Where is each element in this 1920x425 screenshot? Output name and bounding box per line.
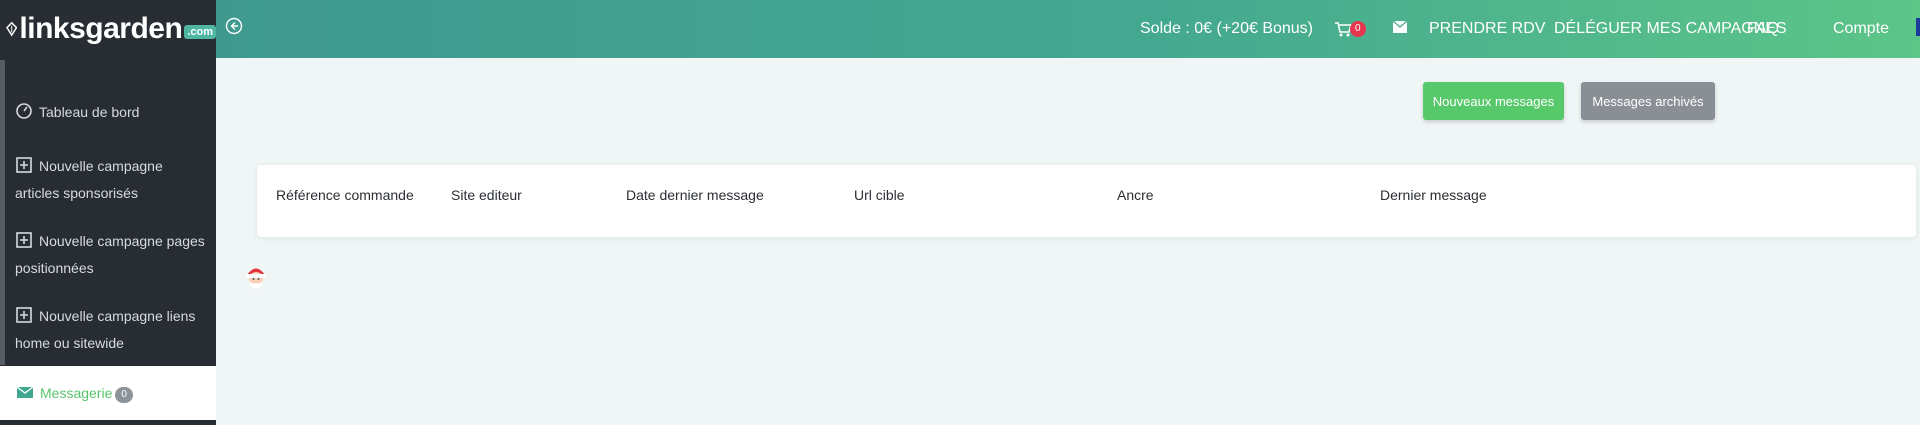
column-header-publisher-site[interactable]: Site editeur [451, 187, 522, 203]
dashboard-icon [16, 103, 32, 119]
new-messages-button[interactable]: Nouveaux messages [1423, 82, 1564, 120]
column-header-target-url[interactable]: Url cible [854, 187, 905, 203]
messages-table: Référence commande Site editeur Date der… [257, 165, 1916, 237]
sidebar-item-label: Messagerie [40, 385, 113, 401]
archived-messages-button[interactable]: Messages archivés [1581, 82, 1715, 120]
column-header-anchor[interactable]: Ancre [1117, 187, 1154, 203]
language-flag-icon[interactable] [1916, 18, 1920, 36]
nav-book-appointment[interactable]: PRENDRE RDV [1429, 0, 1545, 58]
sidebar-item-new-positioned[interactable]: Nouvelle campagne pages positionnées [15, 228, 205, 282]
nav-faq[interactable]: FAQ [1747, 0, 1779, 58]
leaf-logo-icon [6, 21, 18, 37]
sidebar-item-messaging[interactable]: Messagerie 0 [0, 366, 216, 420]
brand-logo[interactable]: linksgarden .com [0, 0, 216, 58]
sidebar-scroll-strip [0, 60, 5, 365]
collapse-sidebar-icon[interactable] [225, 17, 243, 35]
sidebar-item-label: Nouvelle campagne articles sponsorisés [15, 158, 163, 201]
plus-square-icon [16, 157, 32, 173]
santa-icon [246, 268, 266, 289]
cart-count-badge: 0 [1350, 21, 1366, 37]
column-header-order-ref[interactable]: Référence commande [276, 187, 414, 203]
balance: Solde : 0€ (+20€ Bonus) [1140, 20, 1314, 37]
nav-account[interactable]: Compte [1833, 0, 1889, 58]
sidebar-item-label: Tableau de bord [39, 104, 140, 120]
column-header-last-message[interactable]: Dernier message [1380, 187, 1487, 203]
brand-name: linksgarden [19, 12, 183, 45]
sidebar-item-dashboard[interactable]: Tableau de bord [15, 99, 205, 126]
top-header: Solde : 0€ (+20€ Bonus) 0 PRENDRE RDV DÉ… [216, 0, 1920, 58]
brand-tld: .com [184, 25, 216, 39]
plus-square-icon [16, 307, 32, 323]
sidebar-item-label: Nouvelle campagne liens home ou sitewide [15, 308, 196, 351]
plus-square-icon [16, 232, 32, 248]
sidebar-item-label: Nouvelle campagne pages positionnées [15, 233, 205, 276]
sidebar-item-new-sitewide[interactable]: Nouvelle campagne liens home ou sitewide [15, 303, 205, 357]
sidebar-bottom [0, 420, 216, 425]
messaging-count-badge: 0 [115, 387, 133, 403]
envelope-icon [16, 386, 34, 398]
sidebar-item-new-sponsored[interactable]: Nouvelle campagne articles sponsorisés [15, 153, 205, 207]
mail-icon[interactable] [1393, 21, 1407, 33]
column-header-last-message-date[interactable]: Date dernier message [626, 187, 764, 203]
sidebar: linksgarden .com Tableau de bord Nouvell… [0, 0, 216, 425]
